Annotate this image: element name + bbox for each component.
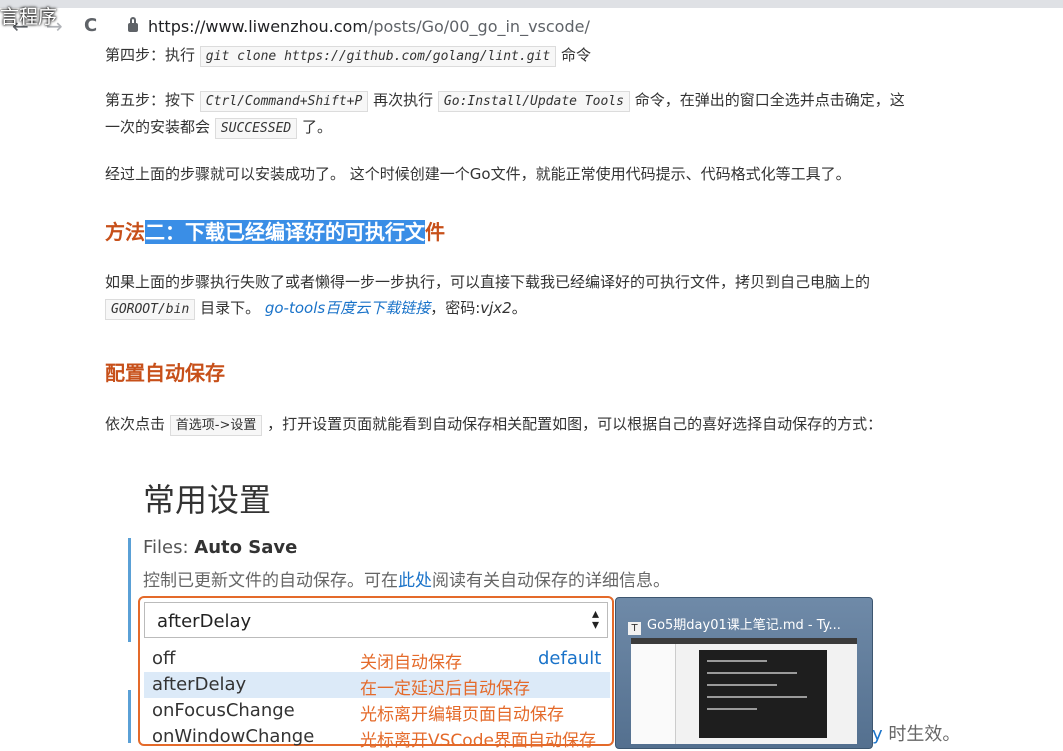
autosave-selected-value: afterDelay xyxy=(157,611,252,632)
select-arrows-icon: ▴ ▾ xyxy=(591,606,599,633)
heading-method-two-before: 方法 xyxy=(105,220,145,244)
dropdown-option: onWindowChange 光标离开VSCode界面自动保存 xyxy=(152,726,596,751)
settings-image-title: 常用设置 xyxy=(143,481,272,519)
thumbnail-title-text: Go5期day01课上笔记.md - Ty... xyxy=(647,618,841,633)
heading-autosave: 配置自动保存 xyxy=(105,361,225,385)
settings-tail-text: y 时生效。 xyxy=(872,724,961,745)
files-autosave-label: Files: Auto Save xyxy=(143,537,297,558)
heading-method-two-selected: 二：下载已经编译好的可执行文 xyxy=(145,220,425,244)
step5-code-command: Go:Install/Update Tools xyxy=(437,91,630,112)
password-label: ，密码: xyxy=(430,299,481,317)
typora-icon: T xyxy=(628,622,641,635)
download-paragraph-line2: GOROOT/bin 目录下。 go-tools百度云下载链接，密码:vjx2。 xyxy=(105,297,527,320)
desc-suffix: 阅读有关自动保存的详细信息。 xyxy=(432,571,670,591)
taskbar-thumbnail-preview[interactable]: T Go5期day01课上笔记.md - Ty... xyxy=(615,597,873,749)
dropdown-option: onFocusChange 光标离开编辑页面自动保存 xyxy=(152,700,564,725)
url-host: https://www.liwenzhou.com xyxy=(148,17,368,36)
goroot-code: GOROOT/bin xyxy=(105,299,196,320)
dropdown-option: off 关闭自动保存 default xyxy=(152,648,602,673)
tab-strip xyxy=(0,0,1063,8)
step4-code: git clone https://github.com/golang/lint… xyxy=(199,46,557,67)
settings-accent-bar-lower xyxy=(128,690,131,743)
files-label-prefix: Files: xyxy=(143,537,195,558)
video-overlay-title: 言程序 xyxy=(0,6,58,28)
settings-accent-bar xyxy=(128,538,131,642)
install-success-paragraph: 经过上面的步骤就可以安装成功了。 这个时候创建一个Go文件，就能正常使用代码提示… xyxy=(105,165,851,183)
address-bar[interactable]: https://www.liwenzhou.com/posts/Go/00_go… xyxy=(128,17,590,36)
go-tools-download-link[interactable]: go-tools百度云下载链接 xyxy=(265,299,430,317)
autosave-description: 控制已更新文件的自动保存。可在此处阅读有关自动保存的详细信息。 xyxy=(143,566,670,591)
desc-prefix: 控制已更新文件的自动保存。可在 xyxy=(143,571,398,591)
browser-toolbar: ← → C https://www.liwenzhou.com/posts/Go… xyxy=(0,0,1063,42)
url-path: /posts/Go/00_go_in_vscode/ xyxy=(367,17,590,36)
download-paragraph-line1: 如果上面的步骤执行失败了或者懒得一步一步执行，可以直接下载我已经编译好的可执行文… xyxy=(105,273,871,291)
desc-link: 此处 xyxy=(398,571,432,591)
heading-method-two: 方法二：下载已经编译好的可执行文件 xyxy=(105,216,445,245)
step5-line2-suffix: 了。 xyxy=(302,118,333,136)
download-mid: 目录下。 xyxy=(200,299,261,317)
thumbnail-title: T Go5期day01课上笔记.md - Ty... xyxy=(628,614,841,635)
step5-suffix: 命令，在弹出的窗口全选并点击确定，这 xyxy=(634,91,905,109)
step5-line2-prefix: 一次的安装都会 xyxy=(105,118,211,136)
autosave-suffix: ，打开设置页面就能看到自动保存相关配置如图，可以根据自己的喜好选择自动保存的方式… xyxy=(267,415,883,433)
step4-prefix: 第四步：执行 xyxy=(105,46,196,64)
autosave-select: afterDelay ▴ ▾ xyxy=(144,602,608,638)
autosave-dropdown: afterDelay ▴ ▾ off 关闭自动保存 default afterDe… xyxy=(138,596,614,751)
step4-line: 第四步：执行 git clone https://github.com/gola… xyxy=(105,44,591,67)
thumb-window-sidebar xyxy=(631,644,676,744)
reload-button[interactable]: C xyxy=(84,14,97,38)
autosave-prefix: 依次点击 xyxy=(105,415,166,433)
thumb-window-editor xyxy=(699,650,827,738)
thumbnail-window-image xyxy=(631,638,857,744)
autosave-label-bold: Auto Save xyxy=(194,537,298,558)
dropdown-option-selected: afterDelay 在一定延迟后自动保存 xyxy=(144,672,610,699)
step5-line1: 第五步：按下 Ctrl/Command+Shift+P 再次执行 Go:Inst… xyxy=(105,89,905,112)
step5-mid: 再次执行 xyxy=(373,91,434,109)
step5-code-successed: SUCCESSED xyxy=(214,118,298,139)
password-value: vjx2 xyxy=(480,299,512,317)
step4-suffix: 命令 xyxy=(560,46,591,64)
step5-line2: 一次的安装都会 SUCCESSED 了。 xyxy=(105,116,333,139)
step5-code-shortcut: Ctrl/Command+Shift+P xyxy=(199,91,369,112)
autosave-paragraph: 依次点击 首选项->设置 ，打开设置页面就能看到自动保存相关配置如图，可以根据自… xyxy=(105,413,883,436)
step5-prefix: 第五步：按下 xyxy=(105,91,196,109)
lock-icon xyxy=(128,17,138,32)
download-end: 。 xyxy=(511,299,527,317)
preferences-settings-code: 首选项->设置 xyxy=(169,415,263,436)
heading-method-two-after: 件 xyxy=(425,220,445,244)
